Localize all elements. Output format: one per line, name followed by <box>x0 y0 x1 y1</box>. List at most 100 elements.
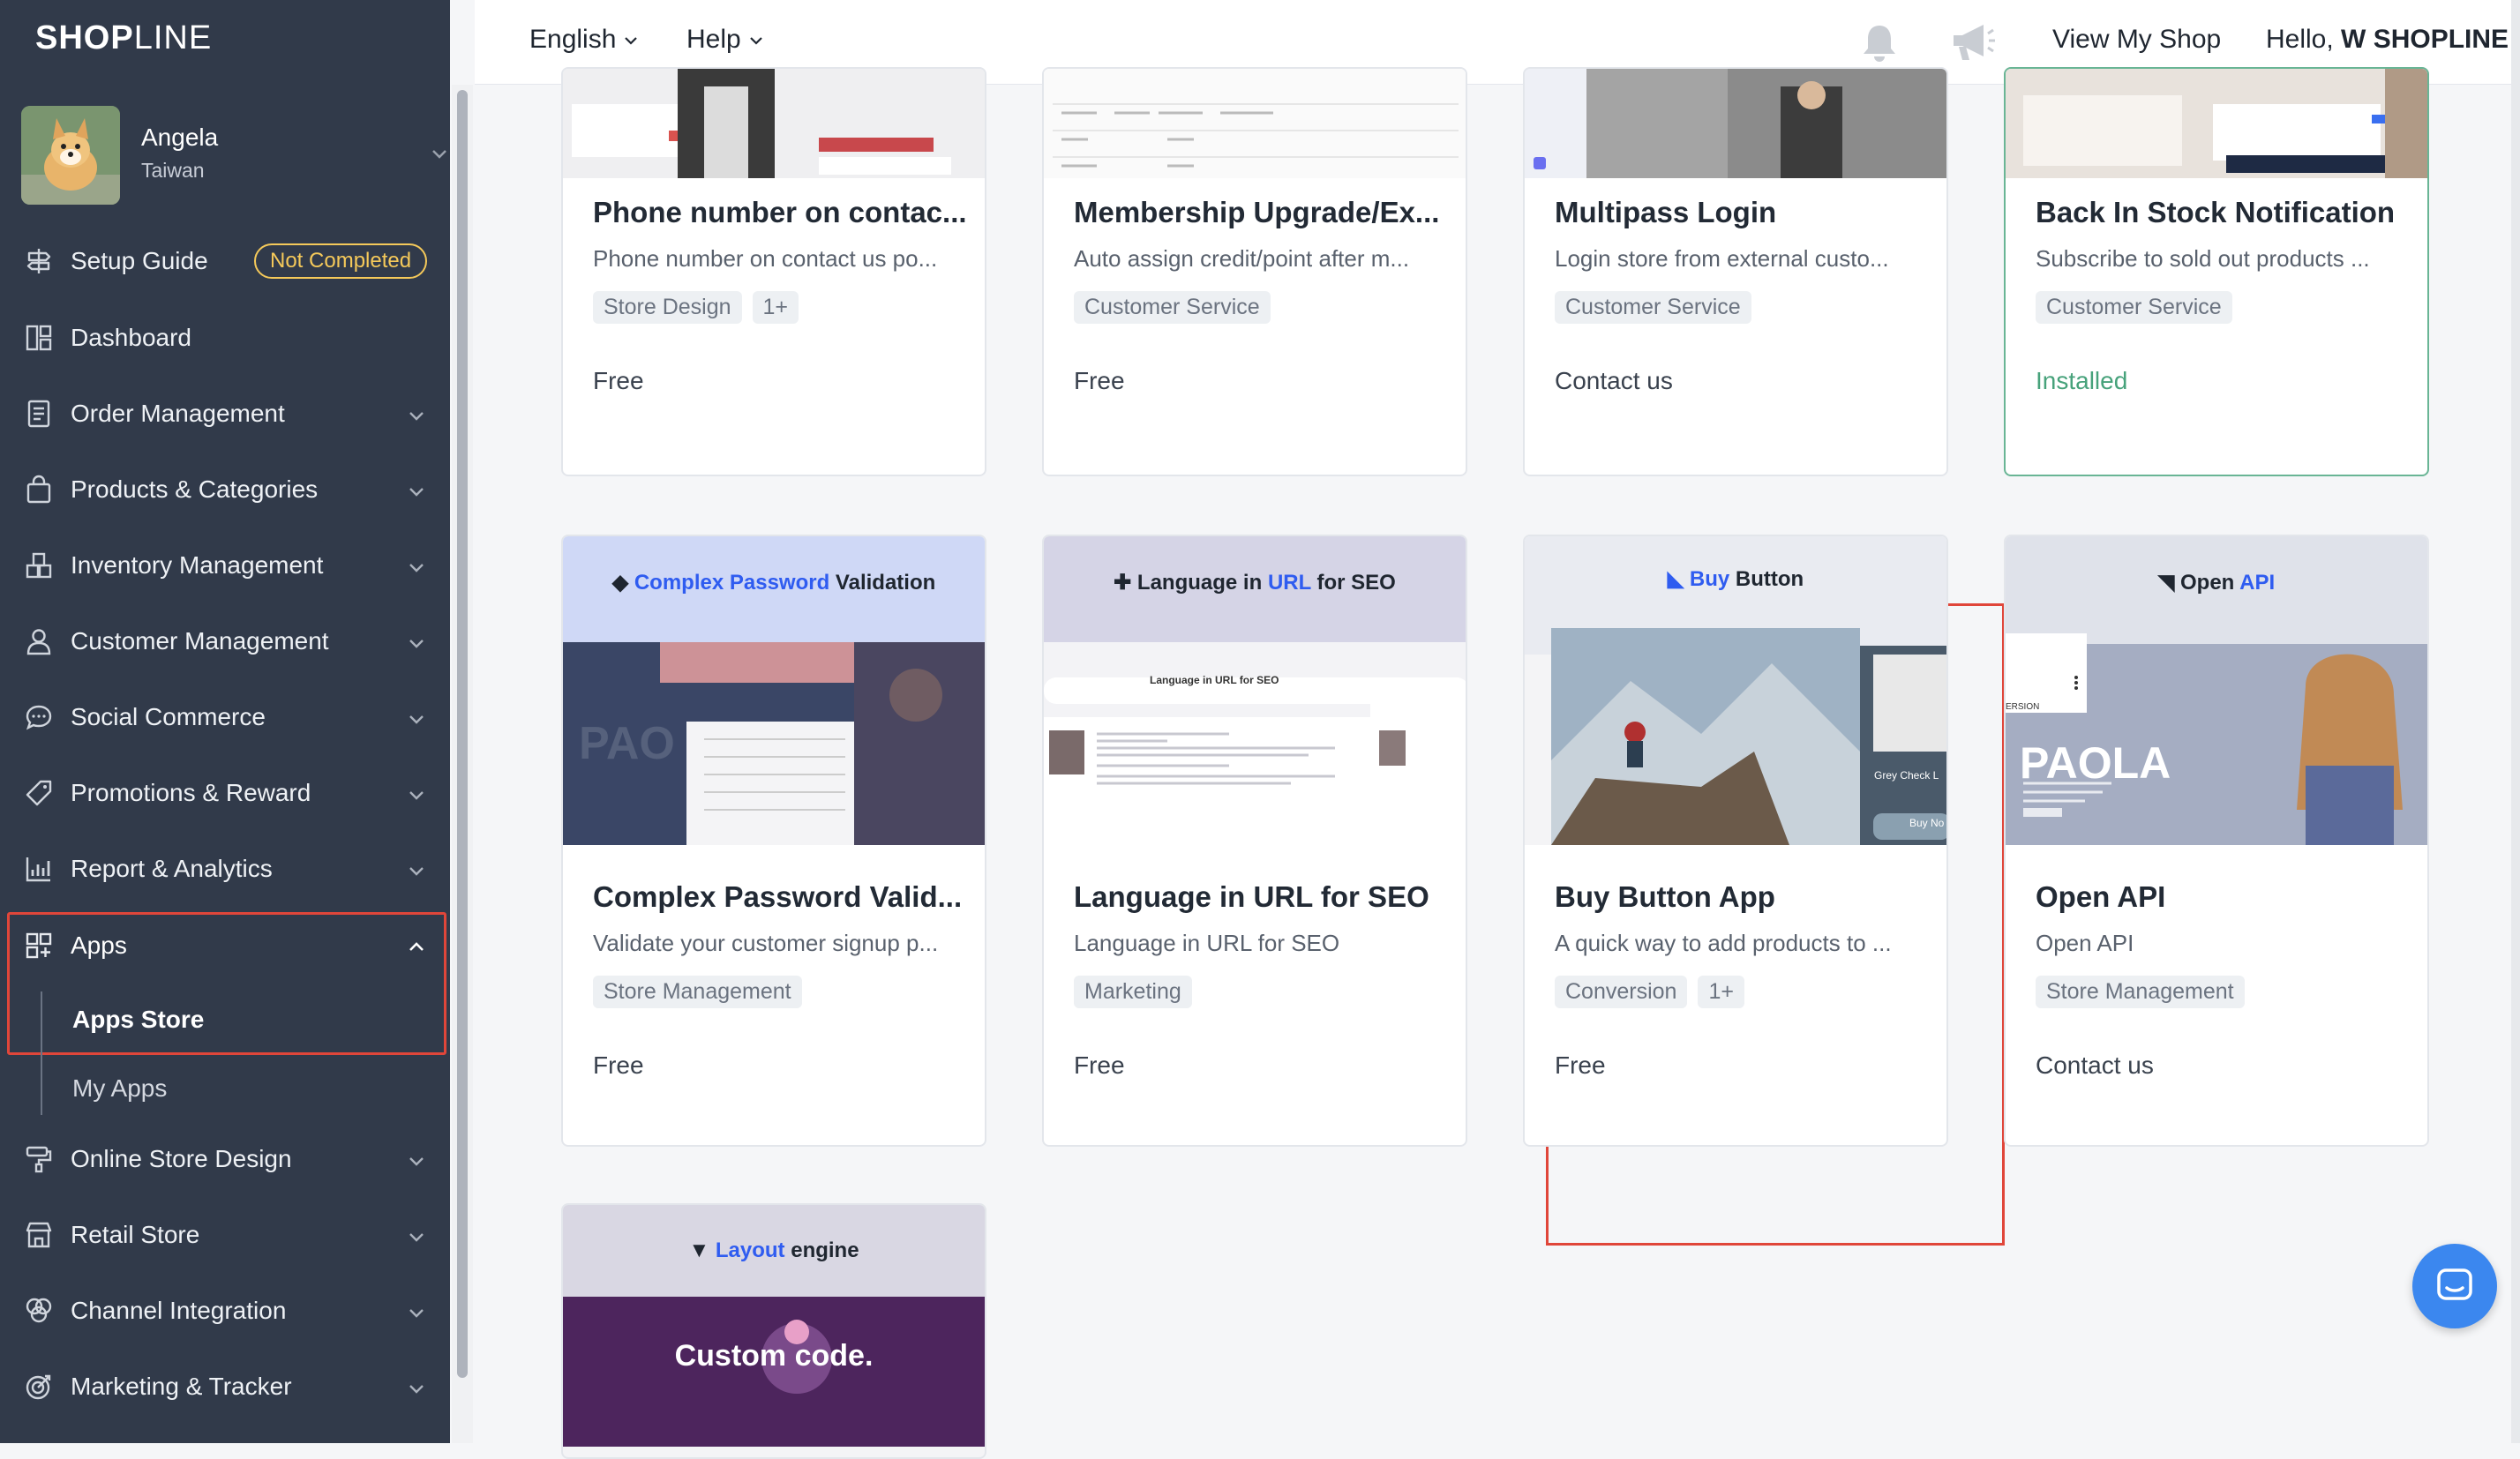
sidebar-item-channel-integration[interactable]: Channel Integration <box>0 1277 450 1348</box>
chevron-down-icon <box>409 1157 424 1166</box>
mini-banner-title: Language in URL for SEO <box>1150 674 1279 686</box>
logo-icon: ◆ <box>611 571 629 595</box>
app-card-membership-upgrade[interactable]: Membership Upgrade/Ex... Auto assign cre… <box>1042 67 1467 476</box>
sidebar-item-social-commerce[interactable]: Social Commerce <box>0 684 450 754</box>
submenu-guide-line <box>41 991 42 1115</box>
app-price: Free <box>1074 1051 1125 1079</box>
channel-icon <box>26 1298 52 1323</box>
page-scrollbar[interactable] <box>2511 0 2520 1443</box>
megaphone-icon[interactable] <box>1948 19 1996 65</box>
sidebar-item-report[interactable]: Report & Analytics <box>0 835 450 906</box>
chevron-down-icon <box>409 867 424 876</box>
sidebar-item-products[interactable]: Products & Categories <box>0 456 450 527</box>
chat-bubble-icon <box>2437 1268 2472 1300</box>
chevron-down-icon <box>409 1385 424 1394</box>
app-banner: ✚ Language in URL for SEO Language in UR… <box>1044 536 1466 845</box>
person-icon <box>26 629 51 655</box>
sidebar-item-apps[interactable]: Apps <box>0 912 450 983</box>
app-price: Free <box>593 367 644 394</box>
category-tag: Store Management <box>2036 976 2245 1008</box>
sidebar-item-dashboard[interactable]: Dashboard <box>0 304 450 375</box>
tag-icon <box>26 780 52 806</box>
chevron-down-icon <box>409 1233 424 1242</box>
app-card-multipass-login[interactable]: Multipass Login Login store from externa… <box>1523 67 1948 476</box>
category-tag: 1+ <box>752 291 799 324</box>
chevron-down-icon <box>749 37 762 45</box>
logo-icon: ◣ <box>1667 567 1684 591</box>
app-banner <box>563 69 985 178</box>
app-card-complex-password[interactable]: ◆ Complex Password Validation PAO Comple… <box>561 535 986 1147</box>
app-card-phone-number[interactable]: Phone number on contac... Phone number o… <box>561 67 986 476</box>
app-banner <box>1044 69 1466 178</box>
app-card-language-in-url[interactable]: ✚ Language in URL for SEO Language in UR… <box>1042 535 1467 1147</box>
category-tag: Customer Service <box>2036 291 2232 324</box>
account-menu[interactable]: Hello, W SHOPLINE <box>2266 25 2520 55</box>
signpost-icon <box>26 249 51 273</box>
inventory-icon <box>26 552 52 579</box>
app-price: Contact us <box>1555 367 1673 394</box>
chevron-down-icon <box>625 37 638 45</box>
app-banner: ◣ Buy Button Grey Check L Buy No <box>1525 536 1946 845</box>
sidebar-item-marketing-tracker[interactable]: Marketing & Tracker <box>0 1353 450 1424</box>
app-price: Contact us <box>2036 1051 2154 1079</box>
app-price: Free <box>1555 1051 1606 1079</box>
chart-icon <box>26 857 50 882</box>
sidebar-item-setup-guide[interactable]: Setup Guide Not Completed <box>0 228 450 298</box>
bag-icon <box>26 475 51 504</box>
user-name: Angela <box>141 123 219 151</box>
chevron-down-icon <box>409 791 424 800</box>
app-price: Free <box>1074 367 1125 394</box>
installed-status: Installed <box>2036 367 2128 394</box>
order-icon <box>27 400 50 428</box>
category-tag: Marketing <box>1074 976 1192 1008</box>
apps-store-grid: Phone number on contac... Phone number o… <box>519 67 2476 1459</box>
user-profile[interactable]: Angela Taiwan <box>21 106 446 206</box>
sidebar-item-promotions[interactable]: Promotions & Reward <box>0 759 450 830</box>
product-name-label: Grey Check L <box>1874 769 1939 782</box>
help-dropdown[interactable]: Help <box>686 25 764 55</box>
buy-now-label: Buy No <box>1909 817 1945 829</box>
app-card-layout-engine[interactable]: ▼ Layout engine Custom code. <box>561 1203 986 1459</box>
target-icon <box>26 1374 51 1400</box>
category-tag: 1+ <box>1698 976 1744 1008</box>
paola-brand-text: PAOLA <box>2020 738 2171 788</box>
sidebar-subitem-my-apps[interactable]: My Apps <box>72 1074 167 1103</box>
sidebar-item-customer-management[interactable]: Customer Management <box>0 608 450 678</box>
shopline-logo[interactable]: SHOPLINE <box>35 19 212 57</box>
scrollbar-thumb[interactable] <box>457 90 468 1378</box>
sidebar-item-online-store-design[interactable]: Online Store Design <box>0 1126 450 1196</box>
chevron-down-icon <box>409 564 424 572</box>
category-tag: Store Design <box>593 291 742 324</box>
language-dropdown[interactable]: English <box>529 25 639 55</box>
bell-icon[interactable] <box>1857 21 1901 65</box>
sidebar-scrollbar[interactable] <box>452 85 473 1443</box>
app-card-open-api[interactable]: ◥ Open API PAOLA ERSION Open API Open AP… <box>2004 535 2429 1147</box>
sidebar-item-retail-store[interactable]: Retail Store <box>0 1201 450 1272</box>
chevron-down-icon <box>409 412 424 421</box>
user-region: Taiwan <box>141 159 205 182</box>
app-card-back-in-stock[interactable]: Back In Stock Notification Subscribe to … <box>2004 67 2429 476</box>
logo-icon: ▼ <box>688 1238 710 1262</box>
logo-icon: ✚ <box>1114 571 1132 595</box>
apps-icon <box>26 932 52 959</box>
banner-headline: Custom code. <box>674 1339 874 1373</box>
sidebar: SHOPLINE Angela Taiwan Setup Guide Not C… <box>0 0 450 1443</box>
version-label: ERSION <box>2006 702 2040 712</box>
app-banner: ◥ Open API PAOLA ERSION <box>2006 536 2427 845</box>
store-icon <box>26 1222 52 1248</box>
sidebar-item-inventory[interactable]: Inventory Management <box>0 532 450 602</box>
live-chat-button[interactable] <box>2412 1244 2497 1328</box>
chevron-down-icon[interactable] <box>429 143 450 164</box>
svg-text:PAO: PAO <box>579 718 675 769</box>
chevron-down-icon <box>409 1309 424 1318</box>
chevron-down-icon <box>409 715 424 724</box>
dashboard-icon <box>26 325 52 351</box>
sidebar-item-order-management[interactable]: Order Management <box>0 380 450 451</box>
app-card-buy-button[interactable]: ◣ Buy Button Grey Check L Buy No Buy But… <box>1523 535 1948 1147</box>
view-my-shop-link[interactable]: View My Shop <box>2052 25 2221 55</box>
sidebar-subitem-apps-store[interactable]: Apps Store <box>72 1006 204 1034</box>
app-banner: ▼ Layout engine Custom code. <box>563 1205 985 1457</box>
category-tag: Conversion <box>1555 976 1688 1008</box>
category-tag: Store Management <box>593 976 802 1008</box>
app-price: Free <box>593 1051 644 1079</box>
